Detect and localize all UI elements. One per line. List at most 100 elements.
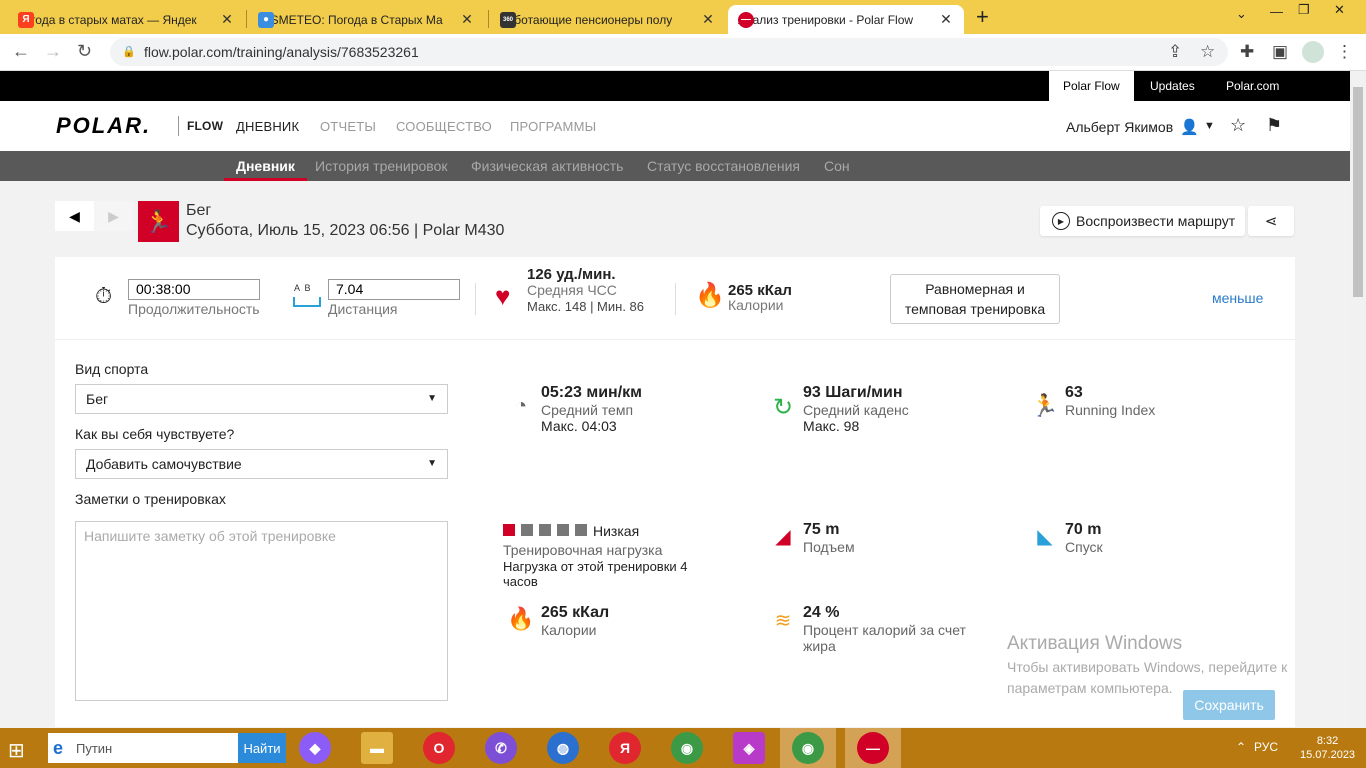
minimize-icon[interactable]: — xyxy=(1270,4,1283,19)
polar-logo[interactable]: POLAR. xyxy=(56,113,151,139)
scrollbar-thumb[interactable] xyxy=(1353,87,1363,297)
globe-icon[interactable]: ◍ xyxy=(547,732,579,764)
news-icon: 360 xyxy=(500,11,516,28)
user-icon[interactable]: 👤 xyxy=(1180,118,1199,136)
less-link[interactable]: меньше xyxy=(1212,290,1263,306)
bookmark-star-icon[interactable]: ☆ xyxy=(1200,42,1215,62)
avg-pace-label: Средний темп xyxy=(541,402,634,418)
feeling-label: Как вы себя чувствуете? xyxy=(75,426,235,442)
forward-icon[interactable]: → xyxy=(44,41,62,62)
ascent-label: Подъем xyxy=(803,539,855,555)
menu-icon[interactable]: ⋮ xyxy=(1336,42,1353,62)
next-arrow-icon[interactable]: ▶ xyxy=(94,201,133,231)
stopwatch-icon: ⏱ xyxy=(95,283,113,308)
viber-icon[interactable]: ✆ xyxy=(485,732,517,764)
nav-reports[interactable]: ОТЧЕТЫ xyxy=(320,119,376,134)
feeling-select-value: Добавить самочувствие xyxy=(86,456,242,472)
clock[interactable]: 8:32 15.07.2023 xyxy=(1300,734,1355,762)
running-index-value: 63 xyxy=(1065,384,1083,401)
close-tab-icon[interactable]: ✕ xyxy=(219,11,235,28)
extensions-icon[interactable]: ✚ xyxy=(1240,42,1254,62)
play-icon: ▶ xyxy=(1052,212,1070,230)
close-tab-icon[interactable]: ✕ xyxy=(700,11,716,28)
subnav-sleep[interactable]: Сон xyxy=(812,151,862,181)
clock-time: 8:32 xyxy=(1316,735,1339,747)
notes-textarea[interactable]: Напишите заметку об этой тренировке xyxy=(75,521,448,701)
close-window-icon[interactable]: ✕ xyxy=(1334,2,1345,18)
chevron-down-icon[interactable]: ▼ xyxy=(1204,120,1215,132)
favorites-star-icon[interactable]: ☆ xyxy=(1230,115,1246,136)
scrollbar[interactable] xyxy=(1350,71,1366,728)
opera-icon[interactable]: O xyxy=(423,732,455,764)
link-polar-flow[interactable]: Polar Flow xyxy=(1049,71,1134,101)
windows-start-icon[interactable]: ⊞ xyxy=(8,738,25,763)
share-page-icon[interactable]: ⇪ xyxy=(1168,42,1182,62)
chrome-icon[interactable]: ◉ xyxy=(671,732,703,764)
alice-icon[interactable]: ◆ xyxy=(299,732,331,764)
polar-app-icon[interactable]: — xyxy=(857,732,889,764)
browser-tab[interactable]: 360 Работающие пенсионеры полу ✕ xyxy=(490,5,726,34)
hr-minmax: Макс. 148 | Мин. 86 xyxy=(527,299,645,314)
nav-diary[interactable]: ДНЕВНИК xyxy=(236,119,299,134)
subnav-diary[interactable]: Дневник xyxy=(224,151,307,181)
close-tab-icon[interactable]: ✕ xyxy=(938,11,954,28)
back-icon[interactable]: ← xyxy=(12,41,30,62)
polar-icon: — xyxy=(738,11,754,28)
subnav-activity[interactable]: Физическая активность xyxy=(459,151,635,181)
url-field[interactable]: 🔒 flow.polar.com/training/analysis/76835… xyxy=(110,38,1228,66)
training-type-button[interactable]: Равномерная и темповая тренировка xyxy=(890,274,1060,324)
browser-tab-active[interactable]: — Анализ тренировки - Polar Flow ✕ xyxy=(728,5,964,34)
training-pager: ◀ ▶ xyxy=(55,201,133,231)
language-indicator[interactable]: РУС xyxy=(1254,740,1278,754)
fat-percent-value: 24 % xyxy=(803,604,840,621)
subnav-history[interactable]: История тренировок xyxy=(303,151,459,181)
explorer-icon[interactable]: ▬ xyxy=(361,732,393,764)
feeling-select[interactable]: Добавить самочувствие ▼ xyxy=(75,449,448,479)
flow-label: FLOW xyxy=(187,119,224,133)
close-tab-icon[interactable]: ✕ xyxy=(459,11,475,28)
reload-icon[interactable]: ↻ xyxy=(77,41,92,62)
new-tab-icon[interactable]: + xyxy=(976,4,989,30)
polar-top-links: Polar Flow Updates Polar.com xyxy=(0,71,1350,101)
training-sport-title: Бег xyxy=(186,202,212,219)
windows-watermark-title: Активация Windows xyxy=(1007,633,1183,654)
app-gem-icon[interactable]: ◈ xyxy=(733,732,765,764)
tab-title: Анализ тренировки - Polar Flow xyxy=(738,12,914,27)
page-content: Polar Flow Updates Polar.com POLAR. FLOW… xyxy=(0,71,1350,728)
speedometer-icon: ◔ xyxy=(514,395,528,417)
browser-tab[interactable]: ● GISMETEO: Погода в Старых Ма ✕ xyxy=(248,5,485,34)
chrome-active-icon[interactable]: ◉ xyxy=(792,732,824,764)
subnav-recovery[interactable]: Статус восстановления xyxy=(635,151,812,181)
link-updates[interactable]: Updates xyxy=(1136,71,1209,101)
avg-cadence-value: 93 Шаги/мин xyxy=(803,384,903,401)
browser-tab[interactable]: Я погода в старых матах — Яндек ✕ xyxy=(8,5,245,34)
yandex-browser-icon[interactable]: Я xyxy=(609,732,641,764)
nav-community[interactable]: СООБЩЕСТВО xyxy=(396,119,492,134)
restore-icon[interactable]: ❐ xyxy=(1298,2,1310,18)
descent-label: Спуск xyxy=(1065,539,1103,555)
nav-programs[interactable]: ПРОГРАММЫ xyxy=(510,119,596,134)
avg-pace-value: 05:23 мин/км xyxy=(541,384,642,401)
notifications-icon[interactable]: ⚑ xyxy=(1266,115,1282,136)
save-button[interactable]: Сохранить xyxy=(1183,690,1275,720)
user-name[interactable]: Альберт Якимов xyxy=(1066,119,1173,135)
side-panel-icon[interactable]: ▣ xyxy=(1272,42,1288,62)
play-route-button[interactable]: ▶ Воспроизвести маршрут xyxy=(1040,206,1245,236)
tray-arrow-icon[interactable]: ⌃ xyxy=(1236,740,1246,754)
tab-search-icon[interactable]: ⌄ xyxy=(1236,6,1247,22)
avg-cadence-label: Средний каденс xyxy=(803,402,909,418)
distance-label: Дистанция xyxy=(328,301,398,317)
share-button[interactable]: ⋖ xyxy=(1248,206,1294,236)
notes-label: Заметки о тренировках xyxy=(75,491,226,507)
taskbar-search-button[interactable]: Найти xyxy=(238,733,286,763)
ruler-icon xyxy=(293,297,321,307)
duration-input[interactable]: 00:38:00 xyxy=(128,279,260,300)
sport-select[interactable]: Бег ▼ xyxy=(75,384,448,414)
distance-input[interactable]: 7.04 xyxy=(328,279,460,300)
share-icon: ⋖ xyxy=(1264,213,1278,230)
taskbar-search-input[interactable]: e Путин xyxy=(48,733,238,763)
profile-avatar[interactable] xyxy=(1302,41,1324,63)
link-polar-com[interactable]: Polar.com xyxy=(1212,71,1293,101)
prev-arrow-icon[interactable]: ◀ xyxy=(55,201,94,231)
taskbar: ⊞ e Путин Найти ◆ ▬ O ✆ ◍ Я ◉ ◈ ◉ — ⌃ РУ… xyxy=(0,728,1366,768)
